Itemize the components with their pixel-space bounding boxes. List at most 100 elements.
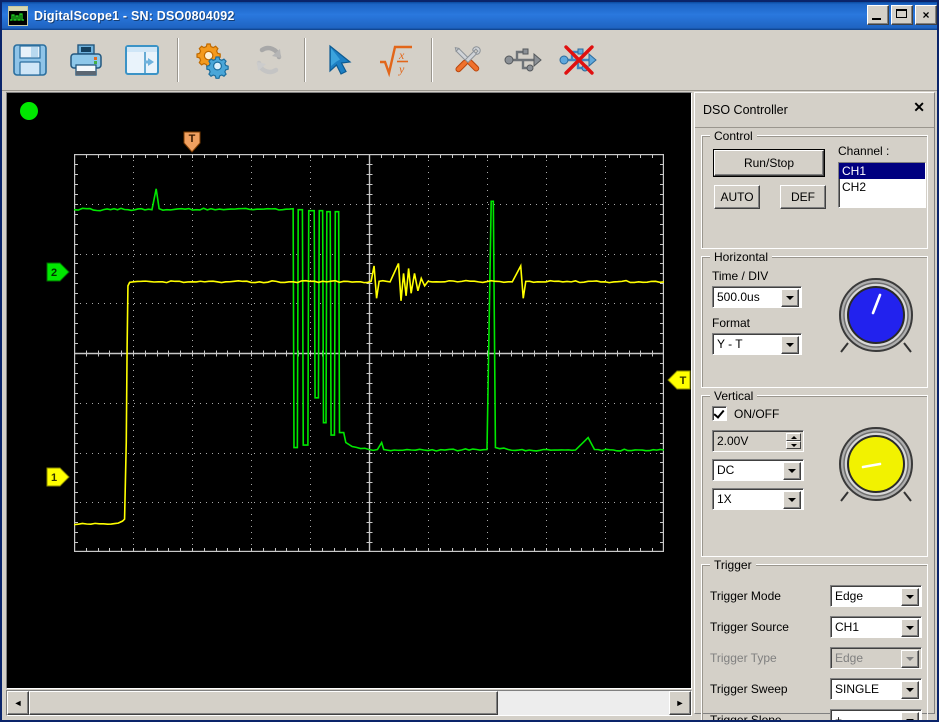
panel-header: DSO Controller ✕ <box>695 93 934 128</box>
chevron-down-icon[interactable] <box>783 462 801 480</box>
cursor-button[interactable] <box>317 37 363 83</box>
time-div-combo[interactable]: 500.0us <box>712 286 802 308</box>
trigger-group: Trigger Trigger Mode Edge Trigger Source… <box>701 558 928 720</box>
trigger-sweep-combo[interactable]: SINGLE <box>830 678 922 700</box>
spinner-down-icon[interactable] <box>786 441 801 449</box>
chevron-down-icon <box>901 650 919 668</box>
chevron-down-icon[interactable] <box>901 619 919 637</box>
svg-text:y: y <box>398 62 405 76</box>
trigger-sweep-value: SINGLE <box>835 682 880 696</box>
toolbar: x y <box>2 30 937 91</box>
def-button[interactable]: DEF <box>780 185 826 209</box>
usb-icon <box>504 48 542 72</box>
vertical-group: Vertical ON/OFF 2.00V DC 1X <box>701 389 928 557</box>
toolbar-separator <box>177 38 178 82</box>
cursor-arrow-icon <box>329 44 352 75</box>
print-button[interactable] <box>63 37 109 83</box>
refresh-button[interactable] <box>246 37 292 83</box>
trigger-sweep-label: Trigger Sweep <box>710 682 788 696</box>
svg-text:T: T <box>189 133 196 145</box>
usb-connect-button[interactable] <box>500 37 546 83</box>
maximize-button[interactable] <box>891 5 913 25</box>
usb-disconnect-button[interactable] <box>556 37 602 83</box>
spinner-buttons[interactable] <box>786 433 801 449</box>
format-combo[interactable]: Y - T <box>712 333 802 355</box>
horizontal-knob-icon <box>839 278 913 353</box>
tools-icon <box>454 46 481 73</box>
window-controls: × <box>867 5 937 25</box>
volts-div-spinner[interactable]: 2.00V <box>712 430 804 452</box>
usb-disconnect-icon <box>559 45 597 75</box>
math-button[interactable]: x y <box>373 37 419 83</box>
probe-value: 1X <box>717 492 732 506</box>
probe-combo[interactable]: 1X <box>712 488 804 510</box>
tools-button[interactable] <box>444 37 490 83</box>
window-title: DigitalScope1 - SN: DSO0804092 <box>34 9 235 23</box>
waveform-display[interactable]: T 2 1 T <box>6 92 692 689</box>
svg-text:1: 1 <box>51 472 57 484</box>
format-value: Y - T <box>717 337 743 351</box>
trigger-source-label: Trigger Source <box>710 620 789 634</box>
trigger-slope-row: Trigger Slope + <box>710 709 922 720</box>
toolbar-separator <box>431 38 432 82</box>
trigger-source-value: CH1 <box>835 620 860 634</box>
scrollbar-thumb[interactable] <box>29 691 499 715</box>
channel-listbox[interactable]: CH1 CH2 <box>838 162 926 208</box>
horizontal-scrollbar[interactable]: ◄ ► <box>6 690 692 716</box>
trigger-group-label: Trigger <box>710 558 756 572</box>
time-div-value: 500.0us <box>717 290 760 304</box>
trigger-mode-combo[interactable]: Edge <box>830 585 922 607</box>
volts-div-knob[interactable] <box>833 422 919 513</box>
trigger-type-row: Trigger Type Edge <box>710 647 922 669</box>
auto-button[interactable]: AUTO <box>714 185 760 209</box>
oscilloscope-icon <box>8 6 28 26</box>
coupling-combo[interactable]: DC <box>712 459 804 481</box>
onoff-checkbox-row[interactable]: ON/OFF <box>712 406 804 421</box>
svg-text:T: T <box>680 375 687 387</box>
chevron-down-icon[interactable] <box>781 336 799 354</box>
trigger-mode-row: Trigger Mode Edge <box>710 585 922 607</box>
format-label: Format <box>712 316 751 330</box>
trigger-slope-combo[interactable]: + <box>830 709 922 720</box>
chevron-down-icon[interactable] <box>901 588 919 606</box>
trigger-type-label: Trigger Type <box>710 651 777 665</box>
panel-toggle-icon <box>125 45 159 75</box>
vertical-group-label: Vertical <box>710 389 758 403</box>
printer-icon <box>70 44 102 76</box>
toggle-panel-button[interactable] <box>119 37 165 83</box>
vertical-knob-icon <box>839 427 913 502</box>
scroll-left-arrow-icon[interactable]: ◄ <box>7 691 29 715</box>
toolbar-separator <box>304 38 305 82</box>
channel-item-ch1[interactable]: CH1 <box>839 163 925 179</box>
spinner-up-icon[interactable] <box>786 433 801 441</box>
trigger-type-value: Edge <box>835 651 864 665</box>
onoff-checkbox[interactable] <box>712 406 727 421</box>
svg-text:x: x <box>398 48 405 62</box>
floppy-disk-icon <box>13 44 47 76</box>
chevron-down-icon[interactable] <box>901 681 919 699</box>
scroll-right-arrow-icon[interactable]: ► <box>669 691 691 715</box>
channel-item-ch2[interactable]: CH2 <box>839 179 925 195</box>
chevron-down-icon[interactable] <box>901 712 919 720</box>
time-div-knob[interactable] <box>833 273 919 364</box>
minimize-button[interactable] <box>867 5 889 25</box>
panel-close-icon[interactable]: ✕ <box>913 100 925 114</box>
waveform-grid <box>73 153 665 553</box>
time-div-label: Time / DIV <box>712 269 769 283</box>
horizontal-group-label: Horizontal <box>710 250 773 264</box>
volts-div-value: 2.00V <box>717 434 749 448</box>
settings-button[interactable] <box>190 37 236 83</box>
save-button[interactable] <box>7 37 53 83</box>
onoff-label: ON/OFF <box>734 406 780 421</box>
run-stop-button[interactable]: Run/Stop <box>713 149 825 177</box>
trigger-source-combo[interactable]: CH1 <box>830 616 922 638</box>
chevron-down-icon[interactable] <box>781 289 799 307</box>
dso-controller-panel: DSO Controller ✕ Control Run/Stop AUTO D… <box>694 92 935 720</box>
chevron-down-icon[interactable] <box>783 491 801 509</box>
grid-and-traces <box>73 153 665 553</box>
title-bar: DigitalScope1 - SN: DSO0804092 × <box>2 2 937 30</box>
trigger-mode-value: Edge <box>835 589 864 603</box>
scrollbar-track[interactable] <box>29 691 669 715</box>
close-button[interactable]: × <box>915 5 937 25</box>
sqrt-xy-icon: x y <box>380 45 412 78</box>
